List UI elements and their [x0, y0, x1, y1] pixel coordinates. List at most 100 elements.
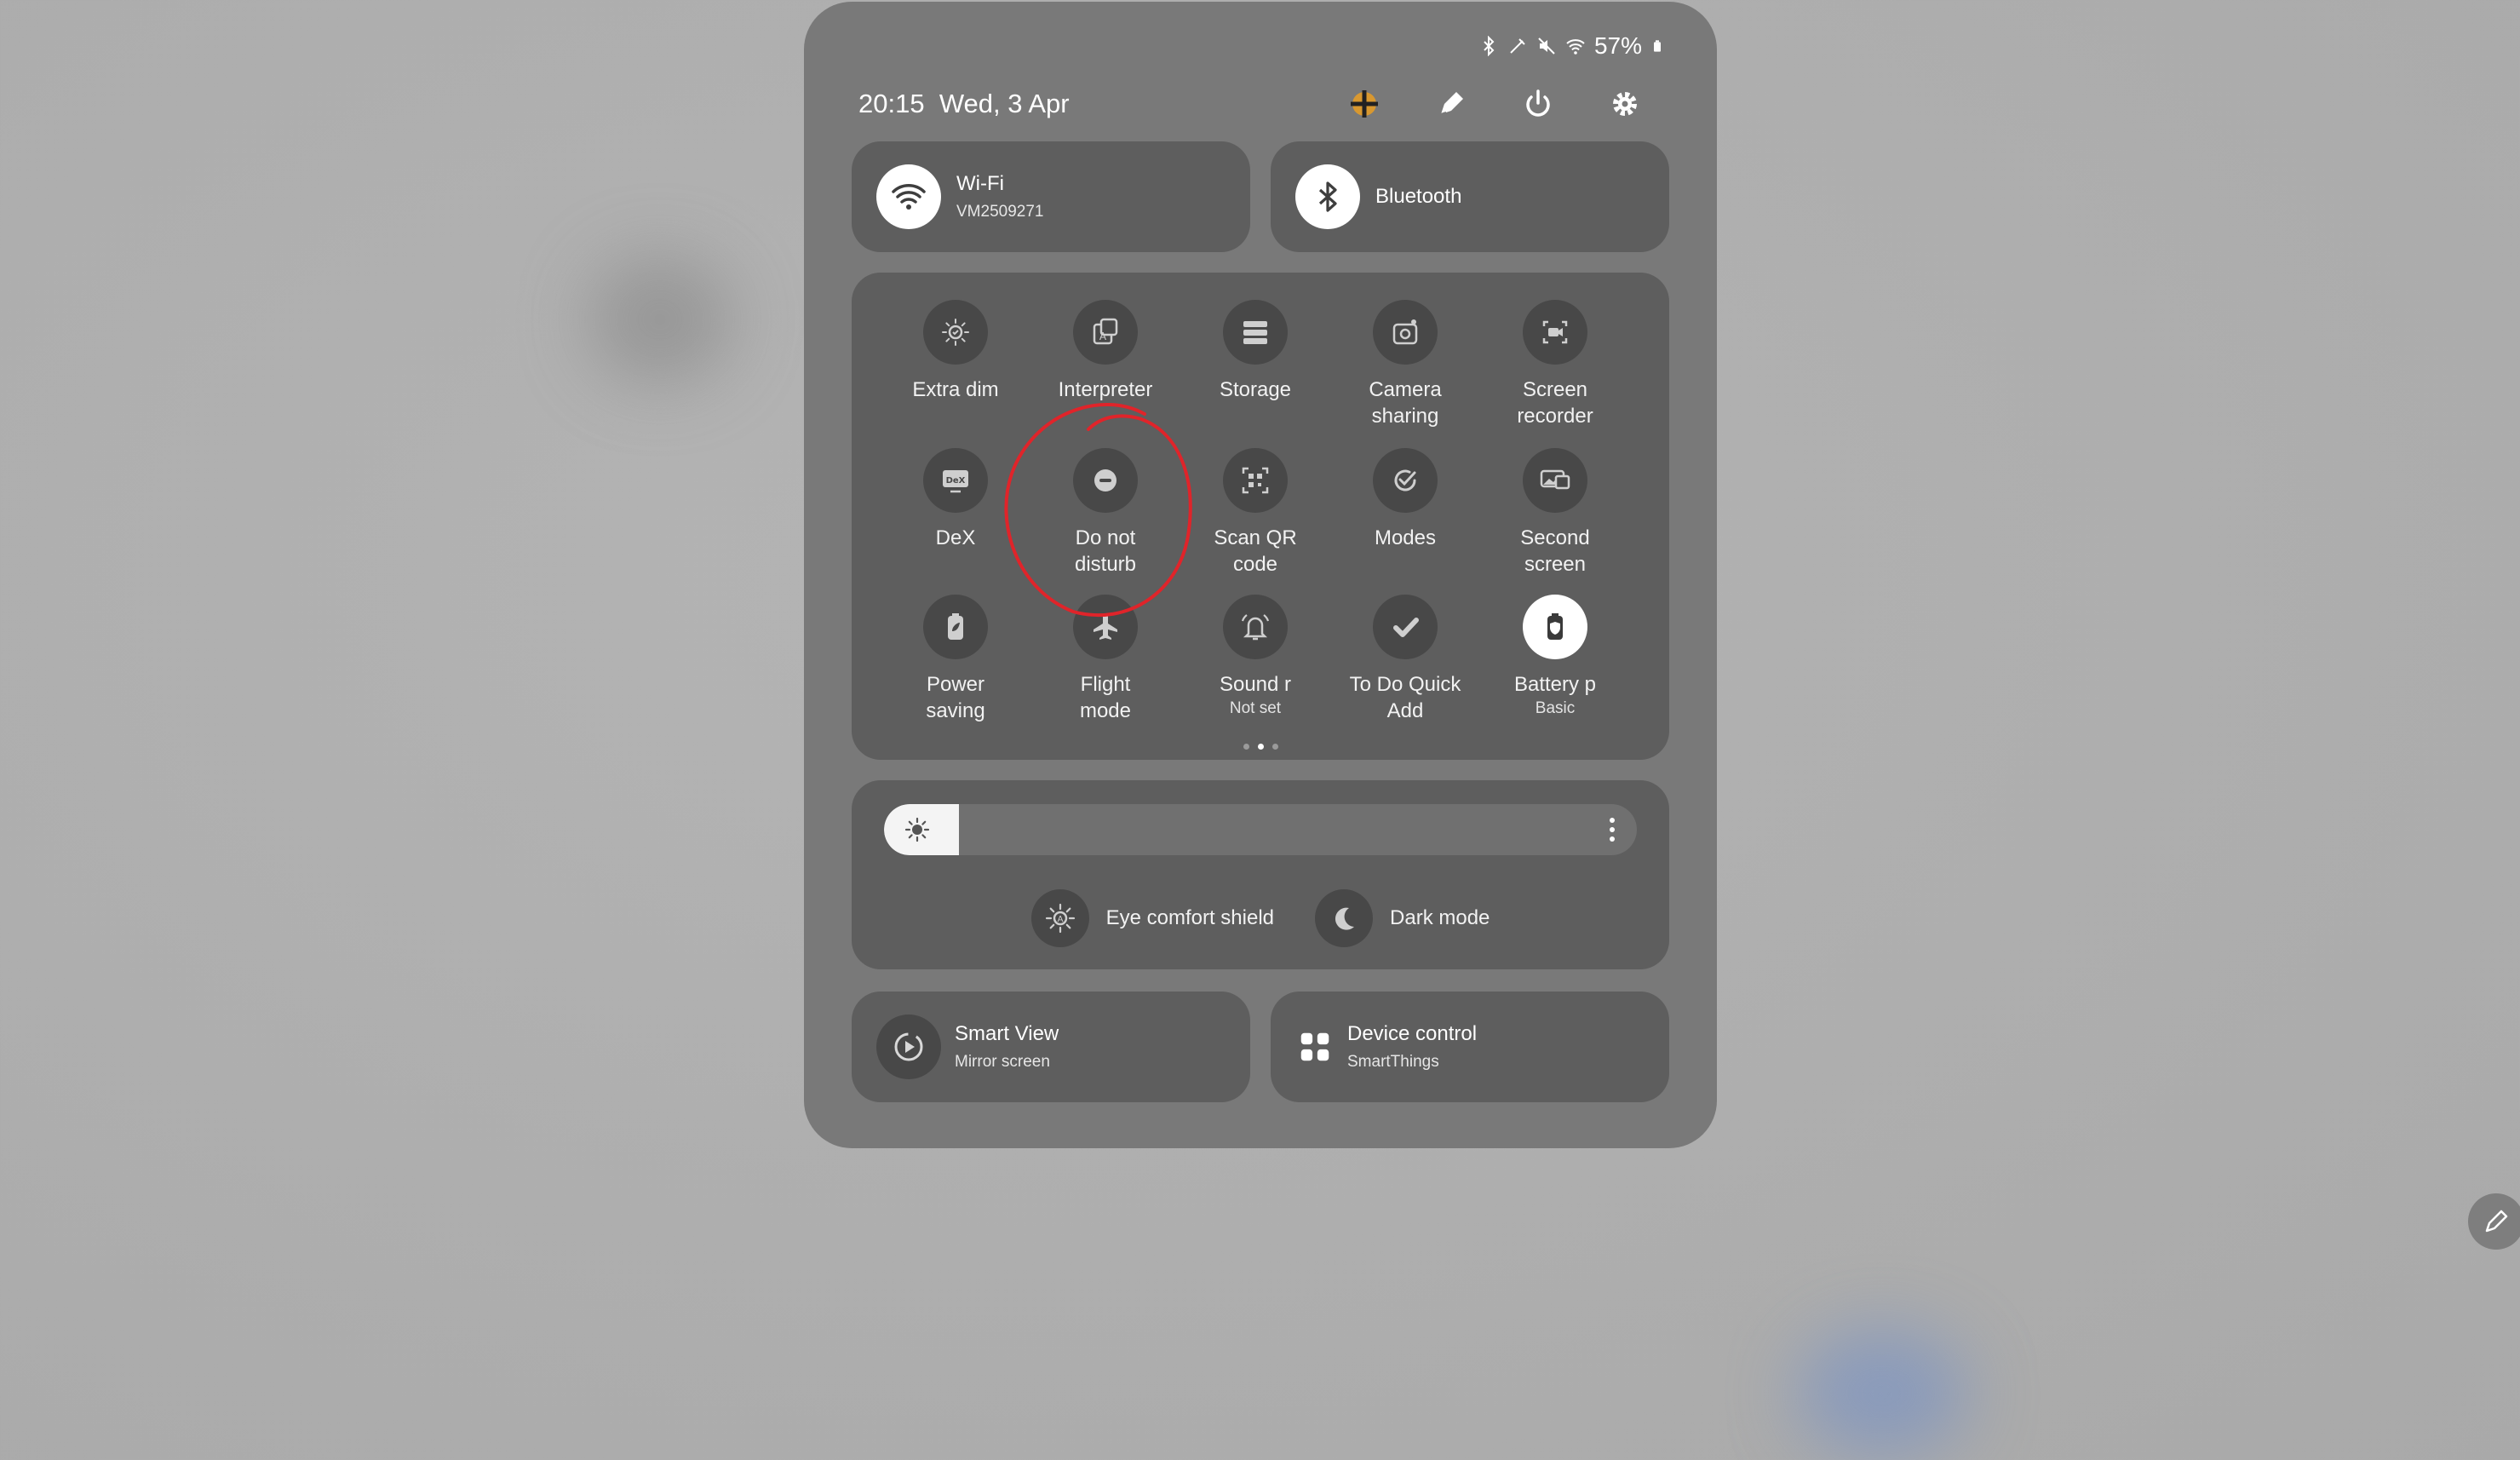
quick-tile-button[interactable]: [1373, 595, 1438, 659]
second-screen-icon: [1540, 469, 1570, 490]
quick-tile-button[interactable]: [1523, 300, 1587, 365]
clock: 20:15: [858, 89, 925, 118]
edit-button[interactable]: [1431, 83, 1472, 124]
quick-tile-screen-recorder[interactable]: Screen recorder: [1480, 300, 1630, 429]
quick-tile-label: DeX: [935, 526, 976, 549]
quick-tile-label: Modes: [1374, 526, 1437, 549]
brightness-slider[interactable]: [884, 804, 1637, 855]
smart-view-tile[interactable]: Smart View Mirror screen: [852, 992, 1250, 1102]
svg-text:DeX: DeX: [946, 476, 966, 486]
wifi-network-name: VM2509271: [956, 203, 1044, 221]
bluetooth-toggle[interactable]: [1295, 164, 1360, 229]
bluetooth-label: Bluetooth: [1375, 185, 1462, 208]
quick-tile-button[interactable]: [923, 300, 988, 365]
quick-tile-interpreter[interactable]: A Interpreter: [1030, 300, 1180, 403]
quick-tile-button[interactable]: [1373, 300, 1438, 365]
moon-icon: [1335, 907, 1355, 930]
quick-settings-grid: Extra dim A Interpreter Storage Camera shari…: [852, 273, 1669, 760]
dark-mode-toggle[interactable]: Dark mode: [1315, 889, 1490, 947]
device-control-label: Device control: [1347, 1022, 1478, 1045]
quick-tile-label: Power saving: [926, 673, 985, 722]
quick-tile-label: Scan QR code: [1214, 526, 1297, 576]
settings-button[interactable]: [1604, 83, 1645, 124]
quick-tile-dex[interactable]: DeX DeX: [881, 448, 1030, 551]
quick-tile-sound[interactable]: Sound r Not set: [1180, 595, 1330, 718]
quick-tile-label: Screen recorder: [1517, 378, 1593, 428]
battery-percent: 57%: [1593, 32, 1642, 59]
interpreter-icon: A: [1093, 318, 1118, 345]
device-control-icon: [1300, 1032, 1329, 1061]
eye-comfort-icon: A: [1045, 903, 1075, 934]
edit-icon: [1440, 92, 1463, 115]
page-indicator[interactable]: [852, 744, 1669, 750]
display-card: A Eye comfort shield Dark mode: [852, 780, 1669, 969]
quick-tile-button[interactable]: [1223, 300, 1288, 365]
quick-tile-button[interactable]: [1223, 448, 1288, 513]
wifi-icon: [892, 184, 926, 210]
quick-tile-button[interactable]: [1073, 595, 1138, 659]
power-saving-icon: [948, 613, 963, 640]
quick-tile-power-saving[interactable]: Power saving: [881, 595, 1030, 724]
quick-tile-second-screen[interactable]: Second screen: [1480, 448, 1630, 578]
quick-tile-status: Not set: [1229, 699, 1282, 717]
extra-dim-icon: [942, 319, 969, 346]
quick-tile-airplane[interactable]: Flight mode: [1030, 595, 1180, 724]
quick-tile-label: Flight mode: [1079, 673, 1132, 722]
more-options-icon[interactable]: [1608, 816, 1616, 843]
do-not-disturb-icon: [1094, 469, 1116, 491]
device-control-sub: SmartThings: [1347, 1053, 1439, 1071]
eye-comfort-toggle[interactable]: A Eye comfort shield: [1030, 889, 1274, 947]
power-button[interactable]: [1518, 83, 1558, 124]
quick-tile-label: To Do Quick Add: [1349, 673, 1461, 722]
page-dot: [1271, 744, 1278, 750]
quick-tile-button[interactable]: DeX: [923, 448, 988, 513]
quick-tile-button[interactable]: [1523, 595, 1587, 659]
pen-icon: [2485, 1210, 2508, 1233]
quick-tile-button[interactable]: [1523, 448, 1587, 513]
quick-tile-todo[interactable]: To Do Quick Add: [1330, 595, 1480, 724]
quick-tile-button[interactable]: [1073, 448, 1138, 513]
quick-tile-button[interactable]: [923, 595, 988, 659]
quick-tile-label: Extra dim: [912, 378, 999, 401]
quick-tile-extra-dim[interactable]: Extra dim: [881, 300, 1030, 403]
edge-panel-handle[interactable]: [2468, 1193, 2520, 1250]
wifi-toggle[interactable]: [876, 164, 941, 229]
bluetooth-status-icon: [1484, 36, 1495, 56]
page-dot-active: [1257, 744, 1264, 750]
quick-tile-do-not-disturb[interactable]: Do not disturb: [1030, 448, 1180, 578]
bluetooth-tile[interactable]: Bluetooth: [1271, 141, 1669, 252]
quick-panel: 57% 20:15 Wed, 3 Apr Wi-Fi VM2509271 Blu…: [804, 2, 1717, 1148]
quick-tile-label: Second screen: [1520, 526, 1590, 576]
wifi-tile[interactable]: Wi-Fi VM2509271: [852, 141, 1250, 252]
wifi-label: Wi-Fi: [956, 172, 1004, 195]
date: Wed, 3 Apr: [939, 89, 1070, 118]
quick-tile-storage[interactable]: Storage: [1180, 300, 1330, 403]
quick-tile-button[interactable]: A: [1073, 300, 1138, 365]
background-blur: [588, 256, 732, 383]
screen-recorder-icon: [1542, 320, 1568, 344]
device-control-tile[interactable]: Device control SmartThings: [1271, 992, 1669, 1102]
background-blur-blue: [1797, 1329, 1967, 1457]
quick-tile-button[interactable]: [1223, 595, 1288, 659]
dex-icon: DeX: [943, 470, 968, 493]
clock-date[interactable]: 20:15 Wed, 3 Apr: [858, 89, 1070, 119]
airplane-icon: [1094, 613, 1117, 640]
quick-tile-label: Battery p: [1513, 673, 1597, 696]
smart-view-label: Smart View: [955, 1022, 1059, 1045]
todo-icon: [1393, 618, 1419, 637]
brightness-sun-icon: [904, 817, 930, 842]
smart-view-sub: Mirror screen: [955, 1053, 1050, 1071]
finder-button[interactable]: [1344, 83, 1385, 124]
settings-icon: [1613, 92, 1637, 116]
quick-tile-qr-scan[interactable]: Scan QR code: [1180, 448, 1330, 578]
sound-icon: [1241, 614, 1270, 641]
quick-tile-label: Storage: [1219, 378, 1292, 401]
camera-sharing-icon: [1392, 319, 1418, 345]
power-icon: [1526, 89, 1550, 117]
mute-status-icon: [1538, 37, 1555, 55]
quick-tile-modes[interactable]: Modes: [1330, 448, 1480, 551]
quick-tile-camera-sharing[interactable]: Camera sharing: [1330, 300, 1480, 429]
s-pen-status-icon: [1510, 38, 1525, 54]
quick-tile-battery-protect[interactable]: Battery p Basic: [1480, 595, 1630, 718]
quick-tile-button[interactable]: [1373, 448, 1438, 513]
